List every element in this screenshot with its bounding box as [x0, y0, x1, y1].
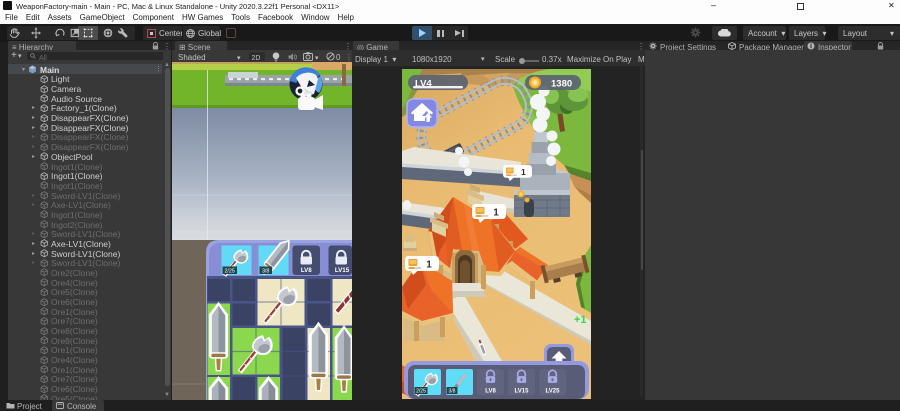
svg-text:3/8: 3/8 [449, 389, 456, 395]
svg-text:LV15: LV15 [335, 267, 350, 274]
svg-text:2/25: 2/25 [224, 269, 235, 275]
svg-text:3/8: 3/8 [262, 269, 270, 275]
svg-text:2/25: 2/25 [416, 389, 426, 395]
svg-text:+1: +1 [574, 314, 587, 326]
svg-text:1380: 1380 [551, 79, 572, 90]
svg-text:LV8: LV8 [301, 267, 312, 274]
svg-text:LV15: LV15 [515, 389, 530, 395]
svg-text:LV8: LV8 [485, 389, 496, 395]
svg-text:LV25: LV25 [546, 389, 561, 395]
